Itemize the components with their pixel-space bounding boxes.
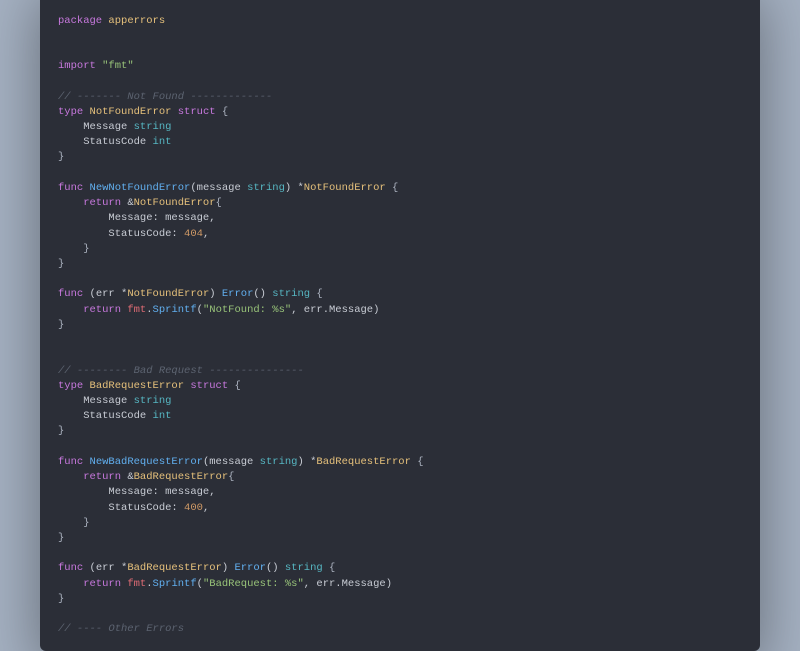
identifier: fmt: [127, 304, 146, 316]
type-name: BadRequestError: [134, 471, 229, 483]
builtin-type: string: [247, 182, 285, 194]
keyword: func: [58, 288, 83, 300]
args: , err.Message): [304, 578, 392, 590]
brace: {: [386, 182, 399, 194]
type-name: BadRequestError: [316, 456, 411, 468]
comment: // ------- Not Found -------------: [58, 91, 272, 103]
comment: // -------- Bad Request ---------------: [58, 365, 304, 377]
func-name: Error: [222, 288, 254, 300]
punct: (): [266, 562, 285, 574]
titlebar: [40, 0, 760, 8]
editor-window: package apperrors import "fmt" // ------…: [40, 0, 760, 651]
brace: {: [323, 562, 336, 574]
identifier: fmt: [127, 578, 146, 590]
field: StatusCode: [58, 136, 153, 148]
punct: &: [121, 471, 134, 483]
string-literal: "fmt": [102, 60, 134, 72]
type-name: NotFoundError: [127, 288, 209, 300]
brace: }: [58, 532, 64, 544]
punct: (): [253, 288, 272, 300]
type-name: NotFoundError: [83, 106, 171, 118]
keyword: return: [58, 197, 121, 209]
param: (message: [203, 456, 260, 468]
receiver: (err *: [83, 288, 127, 300]
brace: {: [216, 106, 229, 118]
brace: }: [58, 243, 90, 255]
brace: {: [216, 197, 222, 209]
func-name: Error: [234, 562, 266, 574]
field: StatusCode: [58, 410, 153, 422]
keyword: func: [58, 456, 83, 468]
builtin-type: string: [260, 456, 298, 468]
keyword: type: [58, 380, 83, 392]
string-literal: "NotFound: %s": [203, 304, 291, 316]
brace: {: [411, 456, 424, 468]
field: Message: [58, 121, 134, 133]
builtin-type: int: [153, 410, 172, 422]
keyword: struct: [171, 106, 215, 118]
punct: ): [209, 288, 222, 300]
keyword: import: [58, 60, 96, 72]
field-init: StatusCode:: [58, 228, 184, 240]
receiver: (err *: [83, 562, 127, 574]
brace: {: [310, 288, 323, 300]
type-name: NotFoundError: [304, 182, 386, 194]
brace: {: [228, 471, 234, 483]
punct: &: [121, 197, 134, 209]
type-name: BadRequestError: [127, 562, 222, 574]
brace: }: [58, 151, 64, 163]
string-literal: "BadRequest: %s": [203, 578, 304, 590]
punct: ): [222, 562, 235, 574]
brace: }: [58, 425, 64, 437]
brace: }: [58, 517, 90, 529]
keyword: struct: [184, 380, 228, 392]
field-init: Message: message,: [58, 486, 216, 498]
keyword: func: [58, 182, 83, 194]
keyword: package: [58, 15, 102, 27]
field-init: StatusCode:: [58, 502, 184, 514]
builtin-type: string: [134, 121, 172, 133]
keyword: type: [58, 106, 83, 118]
field-init: Message: message,: [58, 212, 216, 224]
func-name: Sprintf: [153, 578, 197, 590]
keyword: return: [58, 578, 121, 590]
brace: {: [228, 380, 241, 392]
brace: }: [58, 258, 64, 270]
builtin-type: string: [272, 288, 310, 300]
keyword: return: [58, 304, 121, 316]
type-name: BadRequestError: [83, 380, 184, 392]
comment: // ---- Other Errors: [58, 623, 184, 635]
punct: ,: [203, 502, 209, 514]
func-name: Sprintf: [153, 304, 197, 316]
number: 404: [184, 228, 203, 240]
brace: }: [58, 319, 64, 331]
number: 400: [184, 502, 203, 514]
func-name: NewBadRequestError: [83, 456, 203, 468]
punct: ) *: [285, 182, 304, 194]
package-name: apperrors: [102, 15, 165, 27]
func-name: NewNotFoundError: [83, 182, 190, 194]
punct: ) *: [297, 456, 316, 468]
code-content: package apperrors import "fmt" // ------…: [40, 8, 760, 638]
builtin-type: int: [153, 136, 172, 148]
builtin-type: string: [134, 395, 172, 407]
type-name: NotFoundError: [134, 197, 216, 209]
punct: ,: [203, 228, 209, 240]
keyword: func: [58, 562, 83, 574]
keyword: return: [58, 471, 121, 483]
brace: }: [58, 593, 64, 605]
args: , err.Message): [291, 304, 379, 316]
builtin-type: string: [285, 562, 323, 574]
param: (message: [190, 182, 247, 194]
field: Message: [58, 395, 134, 407]
